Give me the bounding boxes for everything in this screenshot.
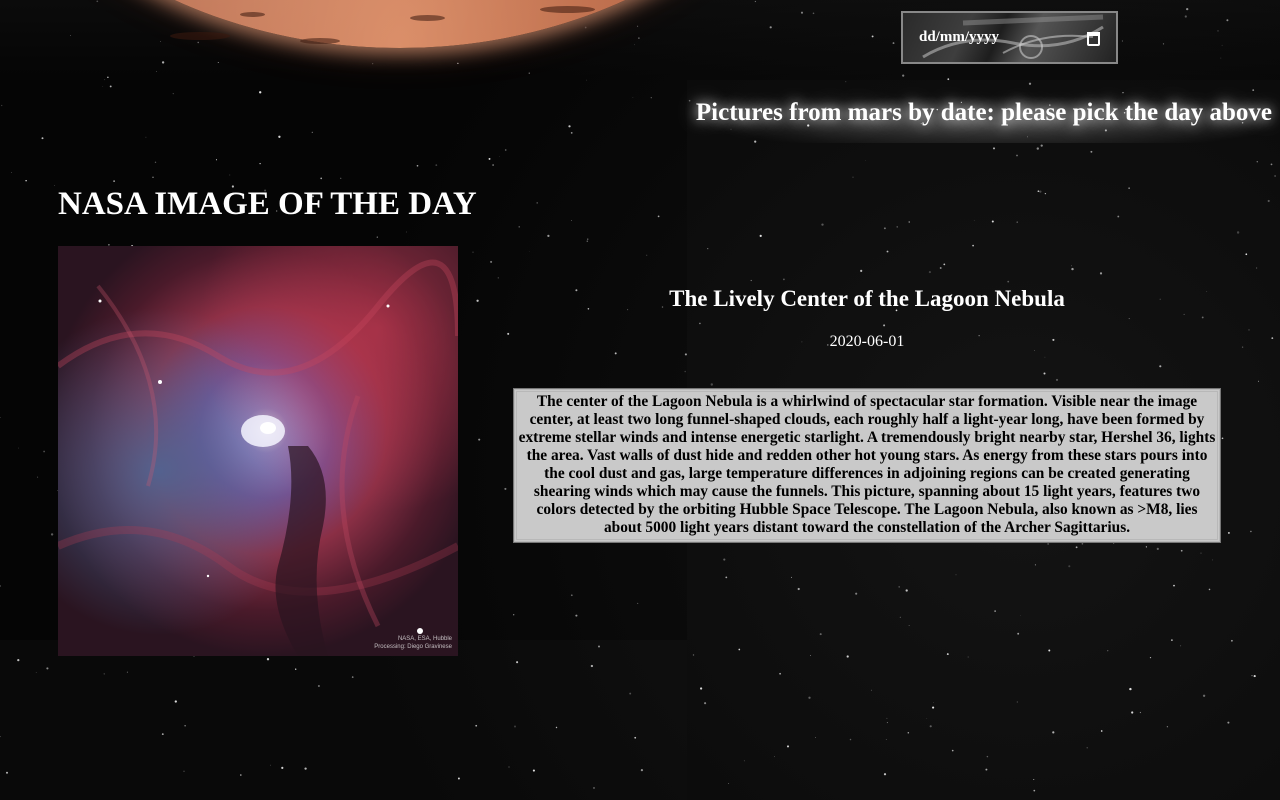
image-date: 2020-06-01 xyxy=(829,333,905,350)
star xyxy=(54,185,55,186)
star xyxy=(650,97,652,99)
background-tile xyxy=(0,640,687,800)
star xyxy=(405,231,407,233)
star xyxy=(311,131,313,134)
star xyxy=(568,125,571,128)
star xyxy=(113,180,115,182)
star xyxy=(497,277,499,279)
star xyxy=(376,236,378,238)
image-explanation: The center of the Lagoon Nebula is a whi… xyxy=(513,388,1221,543)
star xyxy=(215,159,218,161)
star xyxy=(587,238,589,240)
star xyxy=(504,149,507,151)
star xyxy=(37,476,39,478)
star xyxy=(259,91,262,94)
star xyxy=(229,174,231,176)
star xyxy=(478,438,481,441)
star xyxy=(499,156,500,157)
star xyxy=(278,135,281,138)
star xyxy=(1,104,3,107)
mars-crater xyxy=(540,6,595,13)
star xyxy=(684,370,687,373)
mars-crater xyxy=(300,38,340,44)
star xyxy=(570,220,572,221)
mars-pictures-heading: Pictures from mars by date: please pick … xyxy=(695,99,1272,126)
star xyxy=(570,132,573,134)
star xyxy=(570,594,573,597)
star xyxy=(513,614,515,616)
star xyxy=(152,176,154,178)
star xyxy=(25,179,27,182)
star xyxy=(632,97,634,98)
star xyxy=(109,85,112,88)
star xyxy=(488,157,491,160)
image-credit: NASA, ESA, Hubble Processing: Diego Grav… xyxy=(374,636,452,650)
calendar-icon[interactable] xyxy=(1087,32,1100,46)
star xyxy=(50,533,54,536)
page: Pictures from mars by date: please pick … xyxy=(0,0,1280,800)
star xyxy=(490,260,493,263)
mars-crater xyxy=(170,32,230,40)
star xyxy=(43,450,45,453)
image-title: The Lively Center of the Lagoon Nebula xyxy=(669,286,1065,311)
mars-crater xyxy=(410,15,445,21)
date-input[interactable] xyxy=(919,29,1069,46)
star xyxy=(657,215,660,218)
nebula-artwork xyxy=(58,246,458,656)
star xyxy=(145,136,147,138)
star xyxy=(102,86,104,87)
star xyxy=(107,76,109,78)
star xyxy=(172,92,174,95)
star xyxy=(518,226,520,228)
star xyxy=(41,137,44,140)
star xyxy=(259,162,261,165)
star xyxy=(637,602,639,604)
mars-crater xyxy=(240,12,265,17)
star xyxy=(154,161,157,163)
star xyxy=(575,614,578,617)
star xyxy=(104,79,106,81)
star xyxy=(614,352,617,355)
page-title: NASA IMAGE OF THE DAY xyxy=(58,186,477,222)
star xyxy=(646,254,648,256)
nebula-image: NASA, ESA, Hubble Processing: Diego Grav… xyxy=(58,246,458,656)
star xyxy=(586,240,589,242)
star xyxy=(586,79,587,81)
star xyxy=(416,164,419,167)
star xyxy=(18,447,19,449)
star xyxy=(435,164,438,166)
star xyxy=(492,164,494,166)
star xyxy=(504,487,507,490)
star xyxy=(340,177,342,179)
star xyxy=(320,177,323,180)
date-picker[interactable] xyxy=(901,11,1118,64)
star xyxy=(472,251,474,253)
star xyxy=(536,202,538,204)
star xyxy=(547,234,550,238)
star xyxy=(0,585,2,587)
star xyxy=(11,172,12,173)
star xyxy=(528,251,530,252)
